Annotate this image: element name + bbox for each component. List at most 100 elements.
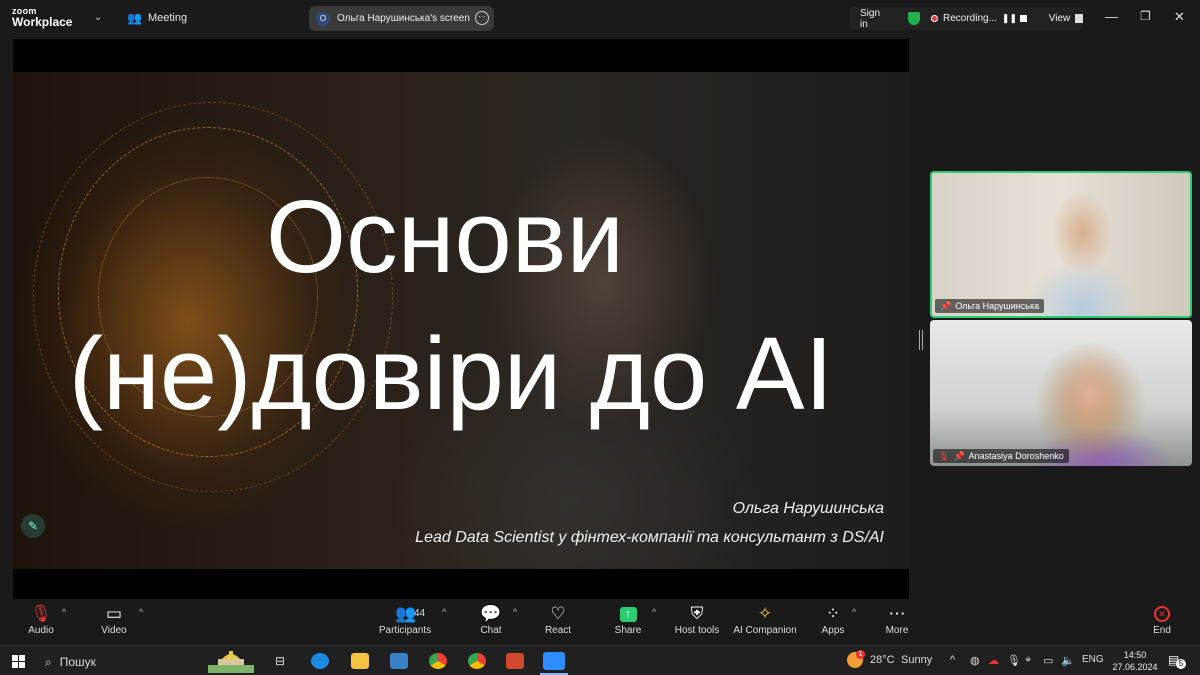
shared-screen: Основи (не)довіри до AI Ольга Нарушинськ…	[13, 39, 909, 599]
weather-temp[interactable]: 28°C	[870, 654, 895, 666]
chat-options-caret-icon[interactable]: ^	[513, 607, 517, 617]
presentation-slide: Основи (не)довіри до AI Ольга Нарушинськ…	[13, 72, 909, 569]
video-label: Video	[101, 625, 127, 636]
participants-label: Participants	[378, 625, 432, 636]
meeting-label: Meeting	[147, 12, 188, 24]
volume-icon[interactable]: 🔈	[1061, 654, 1075, 667]
mail-icon[interactable]	[390, 653, 408, 669]
chrome-icon[interactable]	[429, 653, 447, 669]
more-options-icon[interactable]: ···	[475, 11, 489, 25]
chat-button[interactable]: 💬 Chat	[473, 603, 509, 636]
view-layout-icon[interactable]	[1075, 14, 1083, 23]
participant-video-tile[interactable]: 🎙 📌 Anastasiya Doroshenko	[930, 320, 1192, 466]
windows-start-icon[interactable]	[12, 655, 25, 668]
search-highlight-illustration[interactable]	[200, 649, 262, 673]
more-button[interactable]: ⋯ More	[879, 603, 915, 636]
shield-icon[interactable]	[907, 12, 921, 25]
slide-title-line2: (не)довіри до AI	[68, 316, 834, 431]
participant-name-tag: 📌 Ольга Нарушинська	[935, 299, 1045, 313]
weather-text[interactable]: Sunny	[901, 654, 932, 666]
sign-in-button[interactable]: Sign in	[860, 8, 890, 30]
display-icon[interactable]: ▭	[1043, 654, 1053, 667]
recording-status: Recording...	[942, 13, 997, 24]
end-call-icon: ✕	[1154, 606, 1170, 622]
cloud-sync-icon[interactable]: ☁	[988, 654, 999, 667]
view-button[interactable]: View	[1049, 13, 1071, 24]
close-icon[interactable]: ✕	[1174, 9, 1185, 25]
share-options-caret-icon[interactable]: ^	[652, 607, 656, 617]
ai-companion-label: AI Companion	[733, 625, 797, 636]
chrome-profile-icon[interactable]	[468, 653, 486, 669]
annotate-pen-icon[interactable]: ✎	[21, 514, 45, 538]
end-button[interactable]: ✕ End	[1147, 603, 1177, 636]
title-bar: zoom Workplace ⌄ 👥 Meeting O Ольга Наруш…	[0, 0, 1200, 36]
video-options-caret-icon[interactable]: ^	[139, 607, 143, 617]
video-button[interactable]: ▭ Video	[95, 603, 133, 636]
meeting-toolbar: 🎙 Audio ^ ▭ Video ^ 👥 44 Participants ^ …	[0, 599, 1200, 644]
restore-icon[interactable]: ❐	[1140, 9, 1151, 23]
stop-recording-icon[interactable]	[1020, 15, 1027, 22]
apps-label: Apps	[821, 625, 845, 636]
participant-name-tag: 🎙 📌 Anastasiya Doroshenko	[933, 449, 1069, 463]
file-explorer-icon[interactable]	[351, 653, 369, 669]
edge-browser-icon[interactable]	[311, 653, 329, 669]
pause-recording-icon[interactable]: ❚❚	[1002, 13, 1017, 24]
host-tools-label: Host tools	[674, 625, 720, 636]
task-view-icon[interactable]: ⊟	[275, 654, 285, 670]
taskbar-search[interactable]: ⌕ Пошук	[45, 654, 96, 670]
share-button[interactable]: ↑ Share	[610, 603, 646, 636]
chevron-up-icon[interactable]: ^	[950, 654, 955, 666]
more-label: More	[885, 625, 909, 636]
pin-icon: 📌	[940, 300, 952, 311]
meeting-icon: 👥	[127, 11, 142, 25]
chevron-down-icon[interactable]: ⌄	[94, 12, 102, 23]
taskbar-clock[interactable]: 14:50 27.06.2024	[1110, 649, 1160, 673]
meeting-menu[interactable]: 👥 Meeting	[127, 11, 187, 25]
share-icon-wrap: ↑	[610, 603, 646, 625]
participants-icon: 👥	[395, 604, 417, 623]
zoom-taskbar-icon[interactable]	[543, 652, 565, 670]
weather-badge: 1	[856, 650, 865, 659]
ai-companion-button[interactable]: ✧ AI Companion	[732, 603, 798, 636]
windows-taskbar: ⌕ Пошук ⊟ 1 28°C Sunny ^ ◍ ☁ 🎙 ⌖ ▭ 🔈 ENG…	[0, 645, 1200, 675]
share-label: Share	[614, 625, 642, 636]
heart-icon: ♡	[550, 604, 566, 623]
host-tools-button[interactable]: ⛨ Host tools	[672, 603, 722, 636]
screen-share-label: Ольга Нарушинська's screen	[337, 13, 470, 24]
zoom-workplace-logo[interactable]: zoom Workplace	[12, 6, 72, 28]
share-arrow-icon: ↑	[619, 606, 637, 622]
screen-share-indicator[interactable]: O Ольга Нарушинська's screen ···	[309, 6, 494, 31]
sparkle-icon: ✧	[757, 604, 773, 623]
apps-button[interactable]: ⁘ Apps	[815, 603, 851, 636]
end-icon-wrap: ✕	[1147, 603, 1177, 625]
search-icon: ⌕	[45, 654, 52, 669]
participant-name: Anastasiya Doroshenko	[968, 451, 1064, 461]
notification-center-icon[interactable]: ▤ 5	[1168, 652, 1186, 669]
language-indicator[interactable]: ENG	[1082, 654, 1104, 665]
participant-video-tile[interactable]: 📌 Ольга Нарушинська	[930, 171, 1192, 318]
pin-icon: 📌	[953, 450, 965, 461]
powerpoint-icon[interactable]	[506, 653, 524, 669]
participants-options-caret-icon[interactable]: ^	[442, 607, 446, 617]
header-status-group: Sign in Recording... ❚❚ View	[850, 7, 1083, 30]
audio-button[interactable]: 🎙 Audio	[22, 603, 60, 636]
logo-line2: Workplace	[12, 15, 73, 29]
minimize-icon[interactable]: —	[1105, 9, 1118, 24]
location-icon[interactable]: ⌖	[1025, 654, 1031, 667]
camera-icon[interactable]: ◍	[970, 654, 980, 667]
participants-count: 44	[414, 608, 426, 619]
react-label: React	[544, 625, 572, 636]
chat-label: Chat	[480, 625, 502, 636]
slide-title-line1: Основи	[265, 179, 625, 294]
notification-count: 5	[1176, 659, 1186, 669]
clock-time: 14:50	[1123, 650, 1147, 660]
participants-button[interactable]: 👥 44 Participants	[375, 603, 435, 636]
react-button[interactable]: ♡ React	[540, 603, 576, 636]
audio-options-caret-icon[interactable]: ^	[62, 607, 66, 617]
more-dots-icon: ⋯	[888, 604, 906, 623]
microphone-icon[interactable]: 🎙	[1007, 654, 1021, 667]
panel-resize-handle[interactable]	[919, 330, 923, 350]
apps-options-caret-icon[interactable]: ^	[852, 607, 856, 617]
audio-label: Audio	[28, 625, 54, 636]
decorative-ring	[33, 102, 393, 492]
